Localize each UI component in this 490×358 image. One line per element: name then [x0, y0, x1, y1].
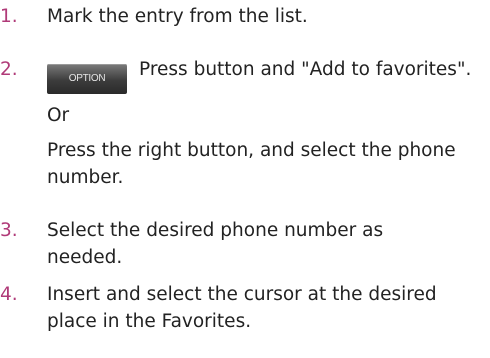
step-text-main: Press button and "Add to favorites".: [139, 59, 472, 80]
step-alternative-word: Or: [47, 104, 70, 126]
step-text: Insert and select the cursor at the desi…: [47, 284, 437, 332]
step-3: 3. Select the desired phone number as ne…: [0, 217, 447, 271]
step-2: 2. OPTION Press button and "Add to favori…: [0, 56, 490, 191]
step-text: Mark the entry from the list.: [47, 6, 308, 27]
step-number: 3.: [0, 220, 18, 241]
step-4: 4. Insert and select the cursor at the d…: [0, 281, 477, 335]
step-text: OPTION Press button and "Add to favorites…: [47, 56, 490, 94]
step-number: 4.: [0, 284, 18, 305]
option-button-icon: OPTION: [47, 63, 127, 94]
step-text: Select the desired phone number as neede…: [47, 220, 384, 268]
step-number: 2.: [0, 59, 18, 80]
step-alternative-text: Press the right button, and select the p…: [47, 139, 456, 188]
step-1: 1. Mark the entry from the list.: [0, 3, 308, 30]
step-number: 1.: [0, 6, 18, 27]
